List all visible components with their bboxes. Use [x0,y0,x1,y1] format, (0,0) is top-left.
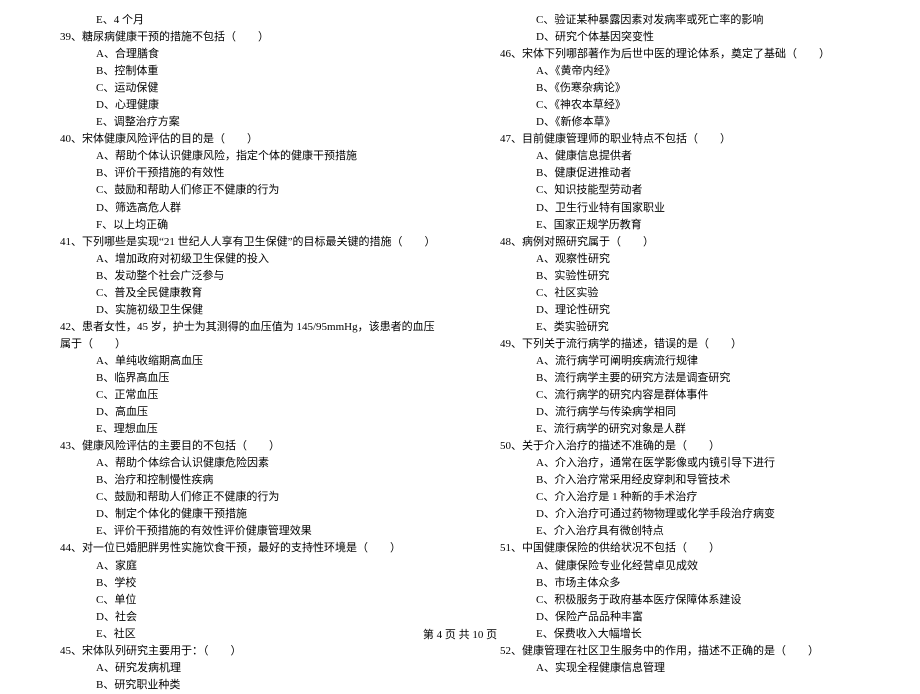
option-text: E、类实验研究 [480,319,880,336]
question-text: 42、患者女性，45 岁，护士为其测得的血压值为 145/95mmHg，该患者的… [40,319,440,353]
option-text: B、控制体重 [40,63,440,80]
option-text: C、运动保健 [40,80,440,97]
option-text: A、家庭 [40,558,440,575]
option-text: B、市场主体众多 [480,575,880,592]
option-text: B、介入治疗常采用经皮穿刺和导管技术 [480,472,880,489]
option-text: C、单位 [40,592,440,609]
option-text: C、介入治疗是 1 种新的手术治疗 [480,489,880,506]
question-text: 48、病例对照研究属于（ ） [480,234,880,251]
question-text: 43、健康风险评估的主要目的不包括（ ） [40,438,440,455]
option-text: D、筛选高危人群 [40,200,440,217]
option-text: D、介入治疗可通过药物物理或化学手段治疗病变 [480,506,880,523]
option-text: B、评价干预措施的有效性 [40,165,440,182]
option-text: D、高血压 [40,404,440,421]
option-text: B、临界高血压 [40,370,440,387]
option-text: B、研究职业种类 [40,677,440,694]
option-text: B、健康促进推动者 [480,165,880,182]
option-text: E、调整治疗方案 [40,114,440,131]
question-text: 39、糖尿病健康干预的措施不包括（ ） [40,29,440,46]
question-text: 44、对一位已婚肥胖男性实施饮食干预，最好的支持性环境是（ ） [40,540,440,557]
option-text: C、积极服务于政府基本医疗保障体系建设 [480,592,880,609]
option-text: E、介入治疗具有微创特点 [480,523,880,540]
question-text: 52、健康管理在社区卫生服务中的作用，描述不正确的是（ ） [480,643,880,660]
option-text: A、流行病学可阐明疾病流行规律 [480,353,880,370]
option-text: A、健康信息提供者 [480,148,880,165]
option-text: E、国家正规学历教育 [480,217,880,234]
question-text: 40、宋体健康风险评估的目的是（ ） [40,131,440,148]
page-footer: 第 4 页 共 10 页 [0,626,920,642]
option-text: C、鼓励和帮助人们修正不健康的行为 [40,489,440,506]
option-text: A、实现全程健康信息管理 [480,660,880,677]
option-text: A、介入治疗，通常在医学影像或内镜引导下进行 [480,455,880,472]
option-text: D、流行病学与传染病学相同 [480,404,880,421]
option-text: D、《新修本草》 [480,114,880,131]
two-column-layout: E、4 个月39、糖尿病健康干预的措施不包括（ ）A、合理膳食B、控制体重C、运… [40,12,880,607]
option-text: A、合理膳食 [40,46,440,63]
option-text: E、理想血压 [40,421,440,438]
option-text: C、社区实验 [480,285,880,302]
option-text: D、制定个体化的健康干预措施 [40,506,440,523]
option-text: A、健康保险专业化经营卓见成效 [480,558,880,575]
option-text: E、4 个月 [40,12,440,29]
option-text: C、正常血压 [40,387,440,404]
right-column: C、验证某种暴露因素对发病率或死亡率的影响D、研究个体基因突变性46、宋体下列哪… [480,12,880,607]
option-text: A、单纯收缩期高血压 [40,353,440,370]
option-text: C、验证某种暴露因素对发病率或死亡率的影响 [480,12,880,29]
option-text: A、增加政府对初级卫生保健的投入 [40,251,440,268]
option-text: E、评价干预措施的有效性评价健康管理效果 [40,523,440,540]
option-text: B、流行病学主要的研究方法是调查研究 [480,370,880,387]
option-text: B、治疗和控制慢性疾病 [40,472,440,489]
question-text: 41、下列哪些是实现“21 世纪人人享有卫生保健”的目标最关键的措施（ ） [40,234,440,251]
option-text: D、社会 [40,609,440,626]
option-text: C、《神农本草经》 [480,97,880,114]
option-text: C、流行病学的研究内容是群体事件 [480,387,880,404]
option-text: A、研究发病机理 [40,660,440,677]
option-text: C、知识技能型劳动者 [480,182,880,199]
option-text: E、流行病学的研究对象是人群 [480,421,880,438]
option-text: C、鼓励和帮助人们修正不健康的行为 [40,182,440,199]
option-text: B、学校 [40,575,440,592]
option-text: C、普及全民健康教育 [40,285,440,302]
option-text: D、理论性研究 [480,302,880,319]
option-text: D、心理健康 [40,97,440,114]
option-text: D、保险产品品种丰富 [480,609,880,626]
option-text: A、帮助个体综合认识健康危险因素 [40,455,440,472]
option-text: A、《黄帝内经》 [480,63,880,80]
option-text: D、实施初级卫生保健 [40,302,440,319]
option-text: D、卫生行业特有国家职业 [480,200,880,217]
question-text: 49、下列关于流行病学的描述，错误的是（ ） [480,336,880,353]
question-text: 46、宋体下列哪部著作为后世中医的理论体系，奠定了基础（ ） [480,46,880,63]
question-text: 45、宋体队列研究主要用于：（ ） [40,643,440,660]
option-text: B、《伤寒杂病论》 [480,80,880,97]
option-text: B、发动整个社会广泛参与 [40,268,440,285]
option-text: A、帮助个体认识健康风险，指定个体的健康干预措施 [40,148,440,165]
question-text: 51、中国健康保险的供给状况不包括（ ） [480,540,880,557]
option-text: A、观察性研究 [480,251,880,268]
option-text: D、研究个体基因突变性 [480,29,880,46]
question-text: 50、关于介入治疗的描述不准确的是（ ） [480,438,880,455]
option-text: F、以上均正确 [40,217,440,234]
question-text: 47、目前健康管理师的职业特点不包括（ ） [480,131,880,148]
left-column: E、4 个月39、糖尿病健康干预的措施不包括（ ）A、合理膳食B、控制体重C、运… [40,12,440,607]
option-text: B、实验性研究 [480,268,880,285]
